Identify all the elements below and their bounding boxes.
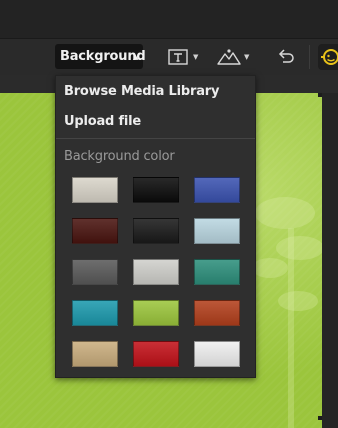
text-tool-caret-icon[interactable]: ▼ bbox=[193, 48, 198, 66]
top-bar bbox=[0, 0, 338, 38]
color-swatch-charcoal[interactable] bbox=[133, 218, 179, 244]
face-icon-button[interactable] bbox=[318, 44, 338, 70]
color-swatch-rust[interactable] bbox=[194, 300, 240, 326]
caret-up-icon: ▲ bbox=[132, 53, 138, 61]
color-swatch-black[interactable] bbox=[133, 177, 179, 203]
menu-divider bbox=[56, 138, 255, 139]
undo-arrow-icon[interactable] bbox=[276, 48, 296, 66]
background-color-label: Background color bbox=[64, 149, 175, 164]
mountain-image-icon[interactable] bbox=[217, 48, 241, 66]
background-menu-button[interactable]: Background ▲ bbox=[55, 44, 146, 69]
resize-handle[interactable] bbox=[318, 416, 322, 420]
text-box-icon[interactable] bbox=[167, 48, 189, 66]
browse-media-library-item[interactable]: Browse Media Library bbox=[64, 84, 219, 99]
color-swatch-light-gray[interactable] bbox=[133, 259, 179, 285]
toolbar: Background ▲ ▼ ▼ bbox=[0, 38, 338, 76]
face-icon bbox=[321, 49, 338, 65]
color-swatch-lime-green[interactable] bbox=[133, 300, 179, 326]
resize-handle[interactable] bbox=[318, 93, 322, 97]
color-swatch-royal-blue[interactable] bbox=[194, 177, 240, 203]
background-dropdown-menu: Browse Media Library Upload file Backgro… bbox=[55, 75, 256, 378]
image-tool-caret-icon[interactable]: ▼ bbox=[244, 48, 249, 66]
toolbar-divider bbox=[309, 45, 310, 69]
color-swatch-dark-red-grunge[interactable] bbox=[72, 218, 118, 244]
color-swatch-dark-gray[interactable] bbox=[72, 259, 118, 285]
upload-file-item[interactable]: Upload file bbox=[64, 114, 141, 129]
color-swatch-light-linen[interactable] bbox=[72, 177, 118, 203]
color-swatch-red[interactable] bbox=[133, 341, 179, 367]
color-swatch-parchment[interactable] bbox=[72, 341, 118, 367]
canvas-edge bbox=[322, 93, 338, 428]
color-swatch-teal[interactable] bbox=[194, 259, 240, 285]
color-swatch-light-blue-texture[interactable] bbox=[194, 218, 240, 244]
color-swatch-white[interactable] bbox=[194, 341, 240, 367]
color-swatch-cyan-teal[interactable] bbox=[72, 300, 118, 326]
